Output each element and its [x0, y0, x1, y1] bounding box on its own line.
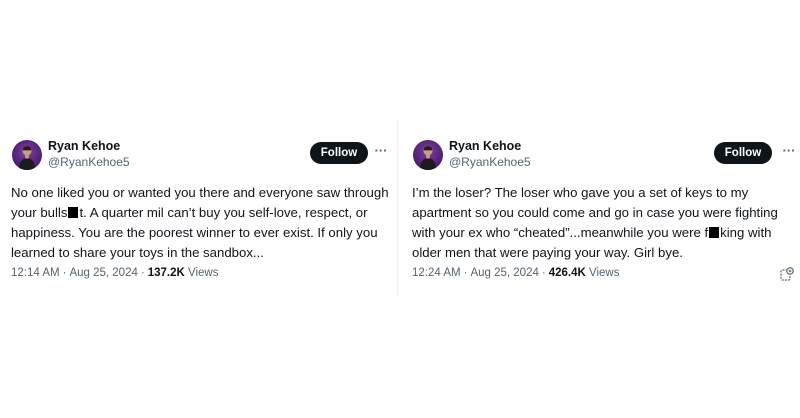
tweet-text-segment: learned to share your toys in the sandbo…	[11, 245, 264, 260]
separator: ·	[62, 267, 67, 279]
tweet-time[interactable]: 12:24 AM	[412, 267, 461, 279]
tweet-card-1[interactable]: Ryan Kehoe @RyanKehoe5 Follow ··· No one…	[2, 118, 389, 296]
tweet-line: apartment so you could come and go in ca…	[412, 203, 794, 223]
views-label: Views	[589, 267, 620, 279]
tweet-line: I’m the loser? The loser who gave you a …	[412, 183, 794, 203]
follow-button[interactable]: Follow	[310, 142, 368, 164]
author-handle[interactable]: @RyanKehoe5	[449, 155, 531, 170]
author-handle[interactable]: @RyanKehoe5	[48, 155, 130, 170]
follow-button[interactable]: Follow	[714, 142, 772, 164]
tweet-card-2[interactable]: Ryan Kehoe @RyanKehoe5 Follow ··· I’m th…	[403, 118, 800, 296]
views-label: Views	[188, 267, 219, 279]
redaction-box	[68, 207, 79, 218]
divider	[397, 118, 398, 296]
separator: ·	[463, 267, 468, 279]
separator: ·	[541, 267, 546, 279]
profile-photo	[420, 146, 436, 170]
tweet-text: I’m the loser? The loser who gave you a …	[412, 183, 794, 263]
tweet-text-segment: your bulls	[11, 205, 68, 220]
tweet-text-segment: king with	[720, 225, 772, 240]
author-name[interactable]: Ryan Kehoe	[449, 139, 521, 154]
tweet-line: your bulls t. A quarter mil can’t buy you…	[11, 203, 385, 223]
tweet-text-segment: t. A quarter mil can’t buy you self-love…	[79, 205, 368, 220]
tweet-text-segment: happiness. You are the poorest winner to…	[11, 225, 378, 240]
tweet-text-segment: I’m the loser? The loser who gave you a …	[412, 185, 749, 200]
more-horizontal-icon[interactable]: ···	[781, 144, 797, 159]
redaction-box	[709, 227, 720, 238]
tweet-line: happiness. You are the poorest winner to…	[11, 223, 385, 243]
tweet-time[interactable]: 12:14 AM	[11, 267, 60, 279]
tweet-line: with your ex who “cheated”...meanwhile y…	[412, 223, 794, 243]
grok-explain-icon[interactable]	[780, 267, 794, 281]
author-name[interactable]: Ryan Kehoe	[48, 139, 120, 154]
profile-photo	[19, 146, 35, 170]
tweet-text-segment: No one liked you or wanted you there and…	[11, 185, 389, 200]
tweet-text: No one liked you or wanted you there and…	[11, 183, 389, 263]
more-horizontal-icon[interactable]: ···	[373, 144, 389, 159]
tweet-text-segment: with your ex who “cheated”...meanwhile y…	[412, 225, 709, 240]
avatar[interactable]	[413, 140, 443, 170]
tweet-line: learned to share your toys in the sandbo…	[11, 243, 385, 263]
tweet-text-segment: apartment so you could come and go in ca…	[412, 205, 778, 220]
tweet-date[interactable]: Aug 25, 2024	[69, 267, 137, 279]
tweet-date[interactable]: Aug 25, 2024	[470, 267, 538, 279]
separator: ·	[140, 267, 145, 279]
tweet-meta: 12:14 AM · Aug 25, 2024 · 137.2K Views	[11, 266, 218, 280]
tweet-meta: 12:24 AM · Aug 25, 2024 · 426.4K Views	[412, 266, 619, 280]
views-count: 137.2K	[147, 267, 185, 279]
tweet-text-segment: older men that were paying your way. Gir…	[412, 245, 683, 260]
views-count: 426.4K	[548, 267, 586, 279]
tweet-line: No one liked you or wanted you there and…	[11, 183, 389, 203]
tweet-line: older men that were paying your way. Gir…	[412, 243, 794, 263]
avatar[interactable]	[12, 140, 42, 170]
